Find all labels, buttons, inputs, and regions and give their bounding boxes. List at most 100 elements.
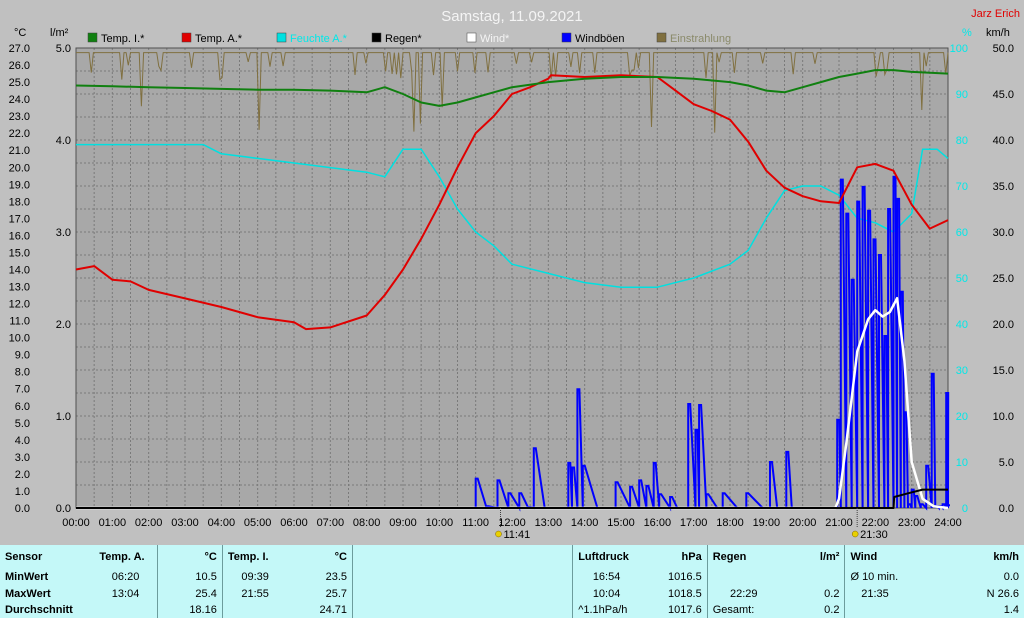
legend-swatch [656, 32, 667, 43]
marker-time-label: 11:41 [503, 529, 530, 541]
x-tick-label: 10:00 [426, 517, 454, 529]
x-tick-label: 12:00 [498, 517, 526, 529]
x-tick-label: 11:00 [462, 517, 489, 529]
temp-tick-label: 7.0 [15, 384, 30, 396]
x-tick-label: 00:00 [62, 517, 90, 529]
stats-pressure-time: ^1.1hPa/h [578, 603, 628, 616]
wind-tick-label: 25.0 [993, 273, 1014, 285]
stats-wind-value: 0.0 [1003, 571, 1019, 584]
wind-tick-label: 30.0 [993, 227, 1014, 239]
humidity-tick-label: 60 [956, 227, 968, 239]
stats-temp-a-time [94, 601, 158, 618]
rain-tick-label: 4.0 [56, 135, 71, 147]
x-tick-label: 03:00 [171, 517, 199, 529]
wind-axis-unit: km/h [986, 27, 1010, 39]
stats-empty-column [352, 585, 574, 602]
stats-temp-a-time: 13:04 [94, 585, 158, 602]
humidity-axis-unit: % [962, 27, 972, 39]
temp-tick-label: 18.0 [9, 196, 30, 208]
temp-tick-label: 8.0 [15, 367, 30, 379]
stats-rain-value [779, 569, 846, 586]
temp-tick-label: 20.0 [9, 162, 30, 174]
stats-row-label: Durchschnitt [5, 603, 73, 616]
temp-tick-label: 16.0 [9, 230, 30, 242]
stats-header-sensor: Sensor [5, 551, 43, 564]
x-tick-label: 17:00 [680, 517, 708, 529]
humidity-tick-label: 20 [956, 411, 968, 423]
x-tick-label: 02:00 [135, 517, 163, 529]
legend-label: Wind* [480, 33, 510, 45]
temp-tick-label: 0.0 [15, 503, 30, 515]
wind-tick-label: 40.0 [993, 135, 1014, 147]
stats-rain-label: Gesamt: [712, 603, 755, 616]
temp-tick-label: 15.0 [9, 247, 30, 259]
stats-header-temp-a: Temp. A. [94, 545, 158, 570]
x-tick-label: 18:00 [716, 517, 744, 529]
stats-pressure-value: 1017.6 [639, 601, 708, 618]
temp-tick-label: 13.0 [9, 282, 30, 294]
temp-tick-label: 22.0 [9, 128, 30, 140]
x-tick-label: 21:00 [825, 517, 853, 529]
temp-tick-label: 25.0 [9, 77, 30, 89]
stats-header-temp-i: Temp. I. [227, 551, 269, 564]
stats-header-rain-unit: l/m² [779, 545, 846, 570]
legend-label: Einstrahlung [670, 33, 731, 45]
stats-temp-a-value: 10.5 [157, 569, 223, 586]
wind-tick-label: 50.0 [993, 43, 1014, 55]
x-tick-label: 09:00 [389, 517, 417, 529]
stats-pressure-value: 1016.5 [639, 569, 708, 586]
stats-pressure-time: 16:54 [592, 571, 621, 584]
stats-row-label: MaxWert [5, 587, 51, 600]
x-tick-label: 04:00 [208, 517, 236, 529]
x-tick-label: 01:00 [99, 517, 127, 529]
stats-header-pressure-unit: hPa [639, 545, 708, 570]
temp-tick-label: 5.0 [15, 418, 30, 430]
wind-tick-label: 45.0 [993, 89, 1014, 101]
humidity-tick-label: 40 [956, 319, 968, 331]
stats-wind-value: N 26.6 [986, 587, 1019, 600]
stats-pressure-value: 1018.5 [639, 585, 708, 602]
stats-wind-label: 21:35 [861, 587, 889, 600]
legend-swatch [181, 32, 192, 43]
stats-temp-a-time: 06:20 [94, 569, 158, 586]
stats-temp-i-time: 09:39 [241, 571, 269, 584]
temp-tick-label: 9.0 [15, 350, 30, 362]
x-tick-label: 23:00 [898, 517, 926, 529]
x-tick-label: 05:00 [244, 517, 272, 529]
x-tick-label: 15:00 [607, 517, 635, 529]
stats-wind-value: 1.4 [1003, 603, 1019, 616]
stats-wind-label [845, 602, 905, 618]
stats-header-wind: Wind [850, 551, 878, 564]
wind-tick-label: 15.0 [993, 365, 1014, 377]
temp-tick-label: 10.0 [9, 333, 30, 345]
stats-temp-a-value: 25.4 [157, 585, 223, 602]
stats-temp-i-value: 23.5 [287, 569, 354, 586]
wind-tick-label: 35.0 [993, 181, 1014, 193]
humidity-tick-label: 80 [956, 135, 968, 147]
stats-rain-value: 0.2 [779, 601, 846, 618]
temp-tick-label: 17.0 [9, 213, 30, 225]
stats-rain-label: 22:29 [730, 587, 758, 600]
stats-temp-a-value: 18.16 [157, 601, 223, 618]
stats-rain-label [707, 569, 780, 585]
stats-header-temp-i-unit: °C [287, 545, 354, 570]
legend-label: Regen* [385, 33, 422, 45]
temp-tick-label: 19.0 [9, 179, 30, 191]
stats-empty-column [352, 545, 574, 570]
chart-title: Samstag, 11.09.2021 [441, 8, 583, 25]
rain-tick-label: 5.0 [56, 43, 71, 55]
moonrise-icon [851, 530, 859, 538]
sunrise-icon [495, 530, 502, 538]
temp-tick-label: 24.0 [9, 94, 30, 106]
x-tick-label: 22:00 [862, 517, 890, 529]
stats-row-average: Durchschnitt 18.16 24.71 ^1.1hPa/h 1017.… [0, 601, 1024, 618]
stats-header-row: Sensor Temp. A. °C Temp. I. °C Luftdruck… [0, 545, 1024, 570]
x-tick-label: 06:00 [280, 517, 308, 529]
x-tick-label: 07:00 [317, 517, 345, 529]
humidity-tick-label: 30 [956, 365, 968, 377]
stats-header-wind-unit: km/h [993, 551, 1019, 564]
stats-header-pressure: Luftdruck [578, 551, 629, 564]
wind-tick-label: 0.0 [999, 503, 1014, 515]
stats-temp-i-value: 25.7 [287, 585, 354, 602]
temp-tick-label: 14.0 [9, 264, 30, 276]
